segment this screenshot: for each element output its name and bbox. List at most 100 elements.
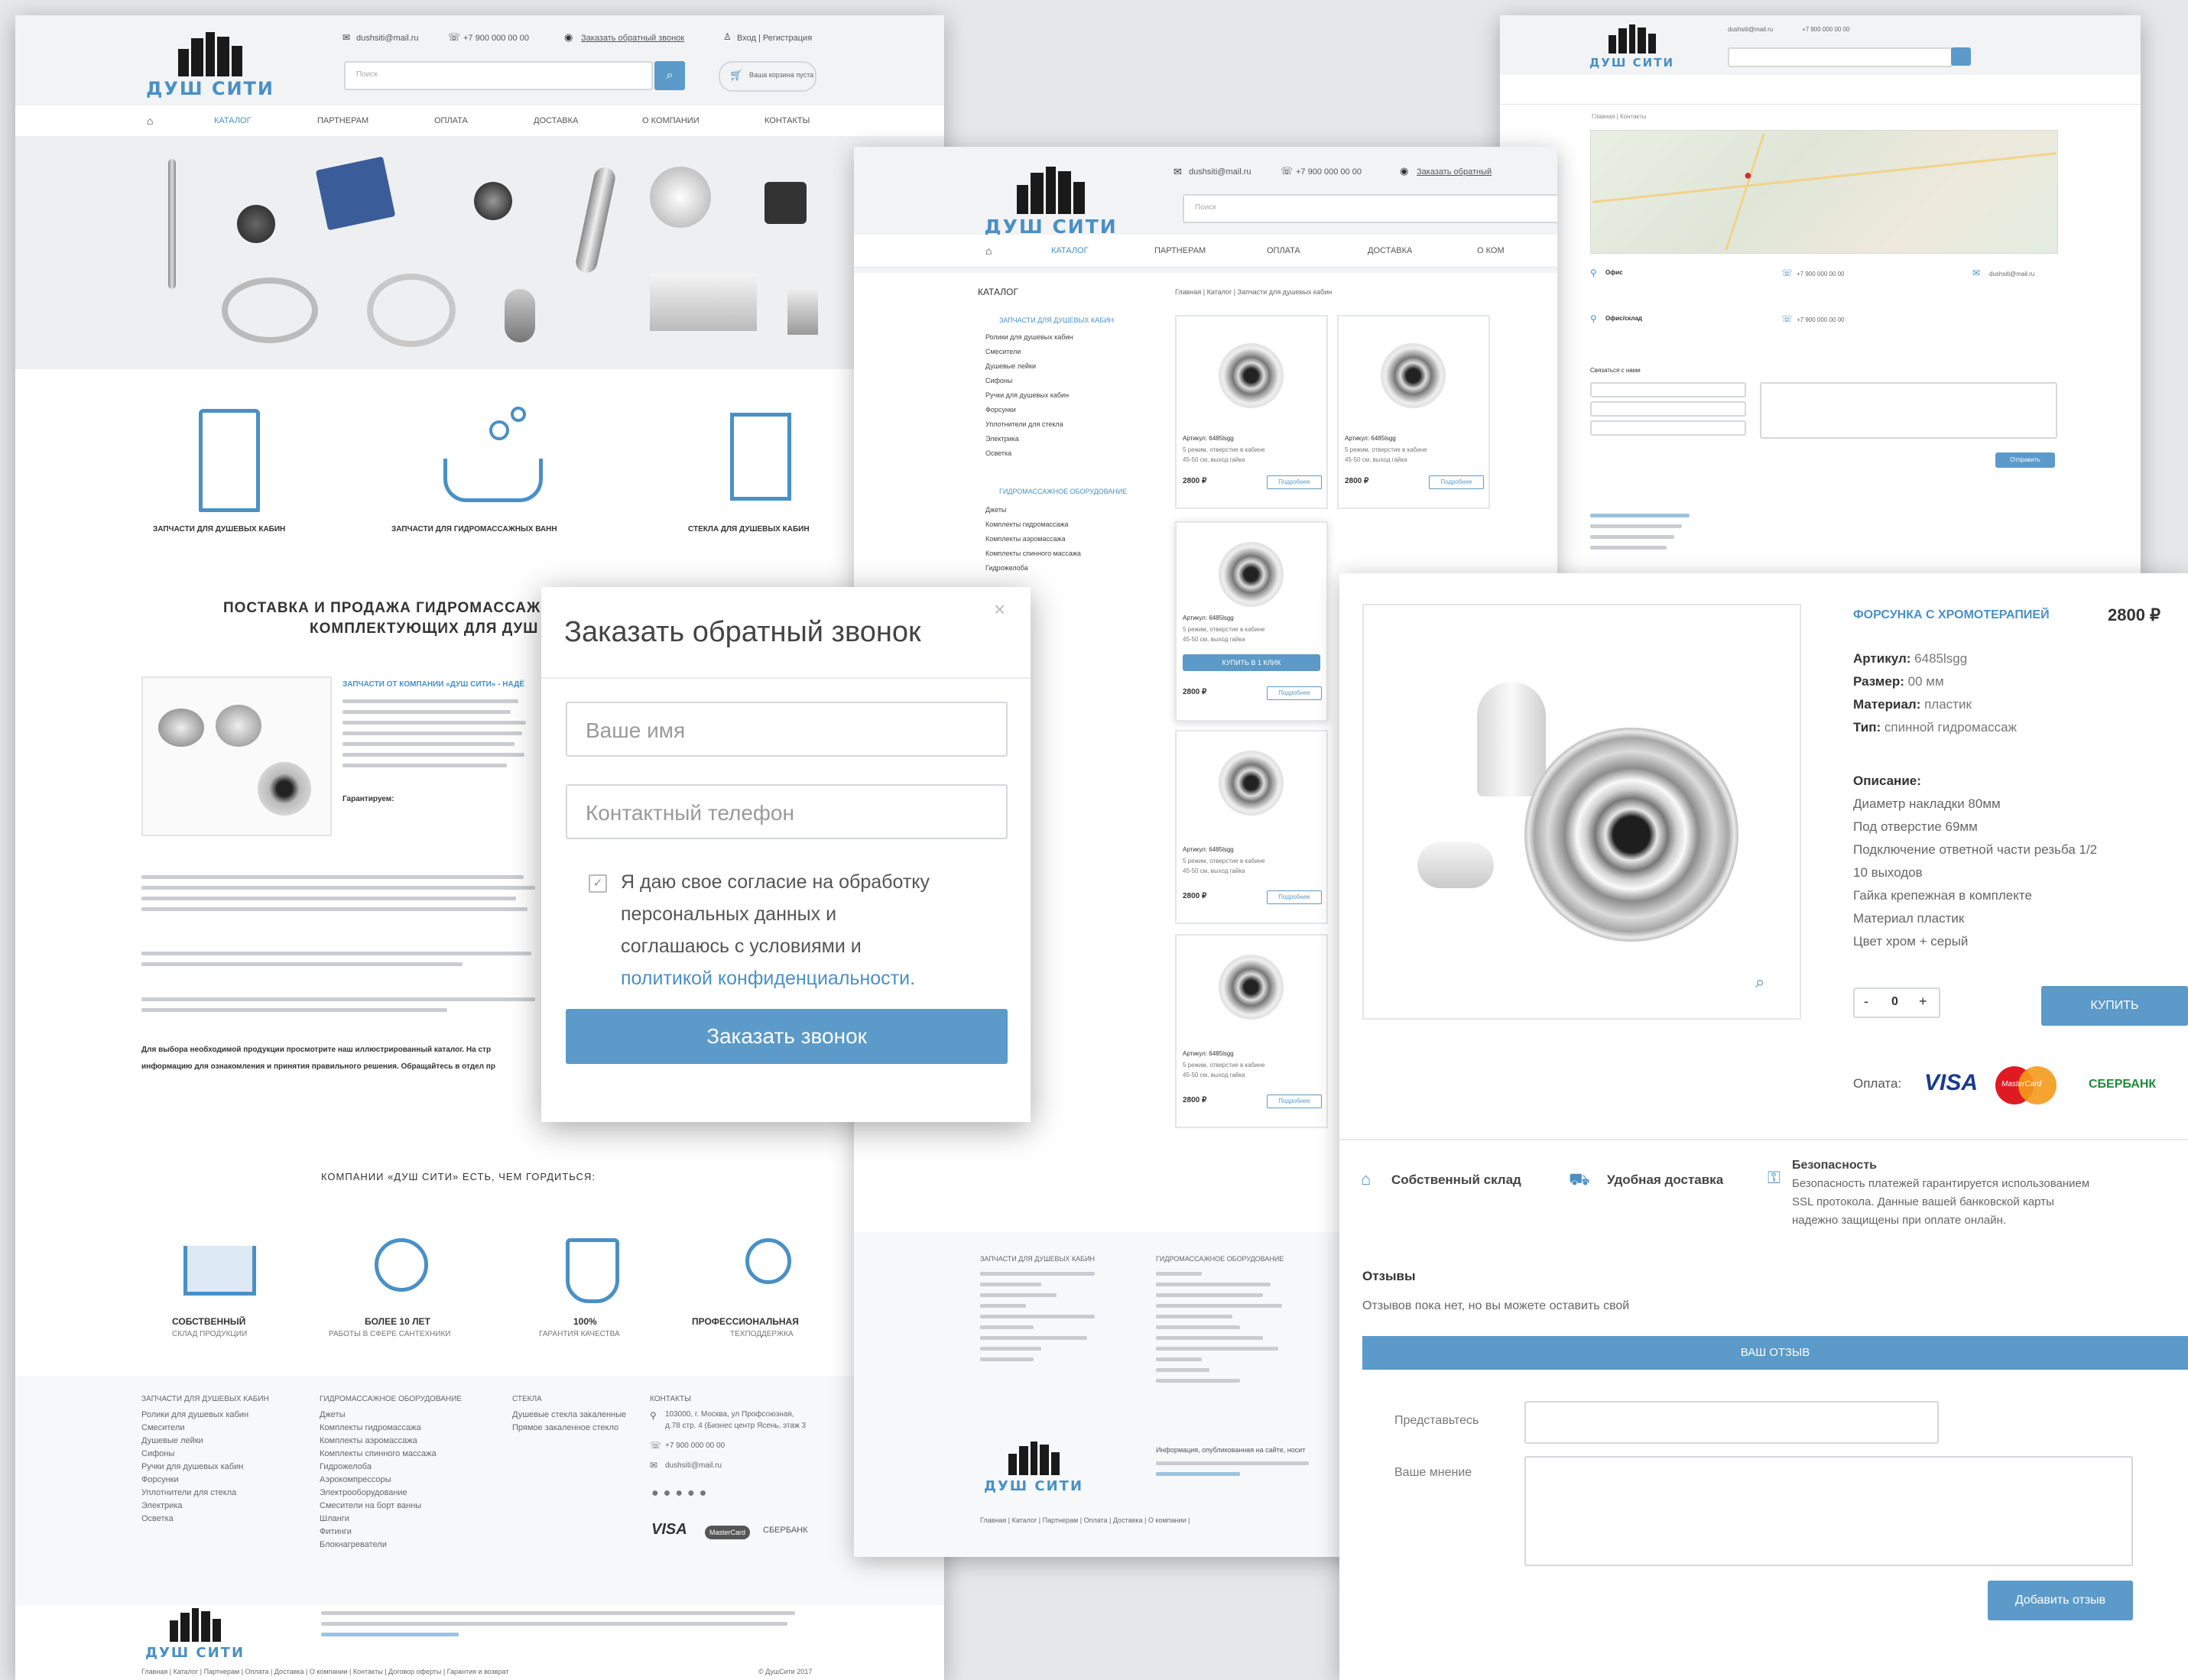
more-button[interactable]: Подробнее: [1267, 890, 1322, 904]
sidebar-group-2[interactable]: ГИДРОМАССАЖНОЕ ОБОРУДОВАНИЕ: [999, 488, 1127, 495]
header-email[interactable]: dushsiti@mail.ru: [1189, 167, 1251, 177]
footer-link[interactable]: Ручки для душевых кабин: [141, 1462, 243, 1471]
category-shower-cabins[interactable]: ЗАПЧАСТИ ДЛЯ ДУШЕВЫХ КАБИН: [153, 397, 306, 558]
your-review-bar[interactable]: ВАШ ОТЗЫВ: [1362, 1336, 2188, 1370]
nav-delivery[interactable]: ДОСТАВКА: [534, 116, 578, 125]
footer-link[interactable]: Блокнагреватели: [320, 1540, 387, 1549]
nav-partners[interactable]: ПАРТНЕРАМ: [1154, 246, 1206, 255]
bottom-links[interactable]: Главная | Каталог | Партнерам | Оплата |…: [141, 1668, 509, 1675]
nav-partners[interactable]: ПАРТНЕРАМ: [317, 116, 368, 125]
callback-link[interactable]: Заказать обратный звонок: [581, 34, 684, 43]
intro-link[interactable]: ЗАПЧАСТИ ОТ КОМПАНИИ «ДУШ СИТИ» - НАДЁ: [342, 680, 524, 689]
login-link[interactable]: Вход | Регистрация: [737, 34, 812, 43]
nav-catalog[interactable]: КАТАЛОГ: [214, 116, 252, 125]
category-hydromassage[interactable]: ЗАПЧАСТИ ДЛЯ ГИДРОМАССАЖНЫХ ВАНН: [390, 397, 589, 558]
header-phone[interactable]: +7 900 000 00 00: [1802, 26, 1850, 33]
send-button[interactable]: Отправить: [1995, 452, 2055, 468]
social-icons[interactable]: ●●●●●: [651, 1487, 711, 1500]
footer-link[interactable]: Форсунки: [141, 1475, 179, 1484]
sidebar-group-1[interactable]: ЗАПЧАСТИ ДЛЯ ДУШЕВЫХ КАБИН: [999, 316, 1114, 324]
product-card[interactable]: Артикул: 6485lsgg 5 режим, отверстие в к…: [1337, 315, 1490, 509]
contact-name-input[interactable]: [1590, 382, 1746, 397]
product-card-hover[interactable]: Артикул: 6485lsgg 5 режим, отверстие в к…: [1175, 521, 1328, 722]
contact-email-input[interactable]: [1590, 401, 1746, 417]
bottom-links[interactable]: Главная | Каталог | Партнерам | Оплата |…: [980, 1516, 1190, 1524]
search-button[interactable]: ⌕: [654, 61, 685, 90]
header-email[interactable]: dushsiti@mail.ru: [356, 34, 418, 43]
home-icon[interactable]: ⌂: [985, 245, 992, 257]
header-email[interactable]: dushsiti@mail.ru: [1728, 26, 1773, 33]
office-email[interactable]: dushsiti@mail.ru: [1989, 271, 2034, 277]
home-logo[interactable]: ДУШ СИТИ: [141, 24, 279, 99]
office-phone[interactable]: +7 900 000 00 00: [1797, 271, 1845, 277]
footer-logo[interactable]: ДУШ СИТИ: [980, 1438, 1087, 1496]
callback-link[interactable]: Заказать обратный: [1417, 167, 1492, 177]
footer-link[interactable]: Уплотнители для стекла: [141, 1488, 236, 1497]
footer-link[interactable]: Шланги: [320, 1514, 349, 1523]
header-phone[interactable]: +7 900 000 00 00: [463, 34, 529, 43]
nav-contacts[interactable]: КОНТАКТЫ: [765, 116, 810, 125]
sidebar-item[interactable]: Уплотнители для стекла: [985, 420, 1063, 428]
catalog-logo[interactable]: ДУШ СИТИ: [980, 161, 1122, 238]
cart-widget[interactable]: 🛒︎ Ваша корзина пуста: [719, 61, 816, 92]
sidebar-item[interactable]: Комплекты спинного массажа: [985, 550, 1081, 557]
phone-input[interactable]: Контактный телефон: [566, 784, 1008, 839]
sidebar-item[interactable]: Ролики для душевых кабин: [985, 333, 1073, 341]
footer-link[interactable]: Смесители на борт ванны: [320, 1501, 421, 1510]
footer-link[interactable]: Электрика: [141, 1501, 183, 1510]
footer-link[interactable]: Прямое закаленное стекло: [512, 1423, 618, 1432]
consent-checkbox[interactable]: ✓: [589, 874, 607, 893]
search-button[interactable]: [1951, 47, 1971, 66]
contact-phone-input[interactable]: [1590, 420, 1746, 436]
sidebar-item[interactable]: Смесители: [985, 348, 1021, 355]
footer-link[interactable]: Ролики для душевых кабин: [141, 1410, 248, 1419]
footer-link[interactable]: Сифоны: [141, 1449, 174, 1458]
review-name-input[interactable]: [1524, 1401, 1939, 1444]
qty-value[interactable]: 0: [1891, 995, 1898, 1009]
review-text-input[interactable]: [1524, 1456, 2133, 1566]
contacts-map[interactable]: ●: [1590, 130, 2058, 254]
more-button[interactable]: Подробнее: [1267, 1095, 1322, 1108]
footer-link[interactable]: Комплекты аэромассажа: [320, 1436, 417, 1445]
footer-col-title[interactable]: ГИДРОМАССАЖНОЕ ОБОРУДОВАНИЕ: [320, 1395, 462, 1403]
more-button[interactable]: Подробнее: [1267, 475, 1322, 489]
nav-payment[interactable]: ОПЛАТА: [1267, 246, 1300, 255]
breadcrumb[interactable]: Главная | Контакты: [1592, 113, 1647, 120]
product-card[interactable]: Артикул: 6485lsgg 5 режим, отверстие в к…: [1175, 934, 1328, 1128]
search-input[interactable]: Поиск: [344, 61, 653, 90]
close-icon[interactable]: ×: [994, 598, 1005, 621]
footer-link[interactable]: Электрооборудование: [320, 1488, 407, 1497]
sidebar-item[interactable]: Электрика: [985, 435, 1019, 443]
buy-one-click-button[interactable]: КУПИТЬ В 1 КЛИК: [1183, 654, 1320, 671]
buy-button[interactable]: КУПИТЬ: [2041, 986, 2188, 1026]
contacts-logo[interactable]: ДУШ СИТИ: [1584, 21, 1680, 72]
nav-about[interactable]: О КОМПАНИИ: [642, 116, 700, 125]
footer-link[interactable]: Смесители: [141, 1423, 185, 1432]
privacy-policy-link[interactable]: политикой конфиденциальности.: [621, 968, 915, 990]
footer-col-title[interactable]: ЗАПЧАСТИ ДЛЯ ДУШЕВЫХ КАБИН: [980, 1255, 1095, 1263]
zoom-icon[interactable]: ⌕: [1755, 972, 1764, 992]
footer-link[interactable]: Душевые стекла закаленные: [512, 1410, 626, 1419]
footer-phone[interactable]: +7 900 000 00 00: [665, 1442, 725, 1450]
sidebar-item[interactable]: Джеты: [985, 506, 1006, 514]
footer-col-title[interactable]: ГИДРОМАССАЖНОЕ ОБОРУДОВАНИЕ: [1156, 1255, 1284, 1263]
sidebar-item[interactable]: Осветка: [985, 449, 1011, 457]
nav-delivery[interactable]: ДОСТАВКА: [1368, 246, 1412, 255]
sidebar-item[interactable]: Ручки для душевых кабин: [985, 391, 1069, 399]
category-glass[interactable]: СТЕКЛА ДЛЯ ДУШЕВЫХ КАБИН: [673, 397, 841, 558]
nav-about[interactable]: О КОМ: [1477, 246, 1505, 255]
footer-col-title[interactable]: СТЕКЛА: [512, 1395, 542, 1403]
search-input[interactable]: [1728, 47, 1953, 67]
product-card[interactable]: Артикул: 6485lsgg 5 режим, отверстие в к…: [1175, 730, 1328, 924]
more-button[interactable]: Подробнее: [1429, 475, 1484, 489]
footer-link[interactable]: Джеты: [320, 1410, 346, 1419]
breadcrumb[interactable]: Главная | Каталог | Запчасти для душевых…: [1175, 288, 1332, 296]
sidebar-item[interactable]: Комплекты гидромассажа: [985, 521, 1069, 528]
sidebar-item[interactable]: Душевые лейки: [985, 362, 1036, 370]
qty-plus-button[interactable]: +: [1919, 994, 1927, 1010]
footer-link[interactable]: Фитинги: [320, 1527, 352, 1536]
footer-link[interactable]: Душевые лейки: [141, 1436, 203, 1445]
qty-minus-button[interactable]: -: [1864, 994, 1868, 1010]
submit-callback-button[interactable]: Заказать звонок: [566, 1009, 1008, 1064]
nav-catalog[interactable]: КАТАЛОГ: [1051, 246, 1089, 255]
